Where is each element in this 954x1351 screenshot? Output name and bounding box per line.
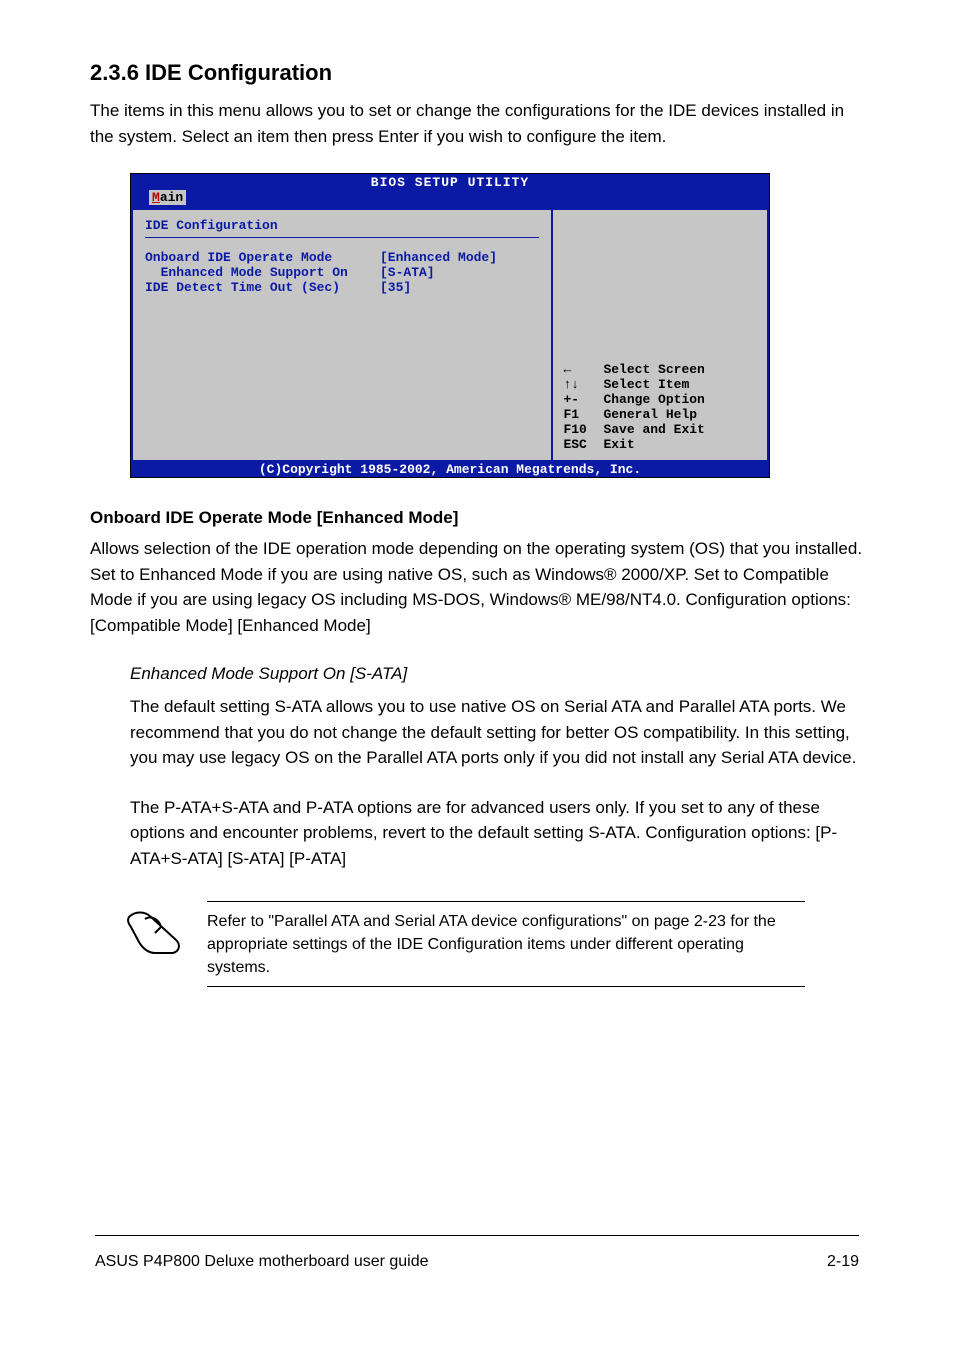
bios-help-panel: ←Select Screen ↑↓Select Item +-Change Op…: [551, 210, 767, 460]
bios-help-row: ↑↓Select Item: [563, 377, 757, 392]
footer-rule: [95, 1235, 859, 1236]
enhanced-mode-heading: Enhanced Mode Support On [S-ATA]: [130, 664, 864, 684]
bios-row-label: Onboard IDE Operate Mode: [145, 250, 380, 265]
bios-help-desc: Save and Exit: [603, 422, 757, 437]
bios-row-label: Enhanced Mode Support On: [145, 265, 380, 280]
bios-left-panel: IDE Configuration Onboard IDE Operate Mo…: [133, 210, 551, 460]
bios-help-desc: Exit: [603, 437, 757, 452]
bios-panel-title: IDE Configuration: [145, 218, 539, 233]
bios-row-label: IDE Detect Time Out (Sec): [145, 280, 380, 295]
footer-right: 2-19: [827, 1253, 859, 1271]
page-footer: ASUS P4P800 Deluxe motherboard user guid…: [95, 1253, 859, 1271]
bios-help-desc: Select Item: [603, 377, 757, 392]
bios-divider: [145, 237, 539, 238]
bios-menubar: Main: [131, 190, 769, 208]
bios-help-key: ↑↓: [563, 377, 603, 392]
hand-note-icon: [125, 909, 187, 957]
bios-help-key: ESC: [563, 437, 603, 452]
onboard-ide-title: Onboard IDE Operate Mode [Enhanced Mode]: [90, 508, 864, 528]
note-bottom-rule: [207, 986, 805, 987]
bios-help-desc: Change Option: [603, 392, 757, 407]
bios-help-desc: Select Screen: [603, 362, 757, 377]
bios-screenshot: BIOS SETUP UTILITY Main IDE Configuratio…: [130, 173, 770, 478]
bios-copyright: (C)Copyright 1985-2002, American Megatre…: [131, 462, 769, 477]
bios-row: Enhanced Mode Support On [S-ATA]: [145, 265, 539, 280]
bios-help-row: F1General Help: [563, 407, 757, 422]
section-heading: 2.3.6 IDE Configuration: [90, 60, 864, 86]
enhanced-mode-body1: The default setting S-ATA allows you to …: [130, 694, 864, 771]
bios-help-key: F1: [563, 407, 603, 422]
bios-help-row: ←Select Screen: [563, 362, 757, 377]
bios-help-row: ESCExit: [563, 437, 757, 452]
bios-row-value: [S-ATA]: [380, 265, 435, 280]
footer-left: ASUS P4P800 Deluxe motherboard user guid…: [95, 1253, 429, 1271]
bios-help-key: ←: [563, 362, 603, 377]
note-top-rule: [207, 901, 805, 902]
bios-row-value: [Enhanced Mode]: [380, 250, 497, 265]
bios-help-key: +-: [563, 392, 603, 407]
bios-title: BIOS SETUP UTILITY: [131, 174, 769, 190]
note-block: Refer to "Parallel ATA and Serial ATA de…: [125, 901, 805, 993]
bios-help-row: +-Change Option: [563, 392, 757, 407]
bios-help-key: F10: [563, 422, 603, 437]
bios-tab-main: Main: [149, 190, 186, 205]
section-body: The items in this menu allows you to set…: [90, 98, 864, 149]
bios-row: IDE Detect Time Out (Sec) [35]: [145, 280, 539, 295]
enhanced-mode-body2: The P-ATA+S-ATA and P-ATA options are fo…: [130, 795, 864, 872]
bios-row: Onboard IDE Operate Mode [Enhanced Mode]: [145, 250, 539, 265]
bios-row-value: [35]: [380, 280, 411, 295]
onboard-ide-body: Allows selection of the IDE operation mo…: [90, 536, 864, 638]
bios-help-desc: General Help: [603, 407, 757, 422]
bios-help-row: F10Save and Exit: [563, 422, 757, 437]
note-text: Refer to "Parallel ATA and Serial ATA de…: [207, 908, 805, 986]
